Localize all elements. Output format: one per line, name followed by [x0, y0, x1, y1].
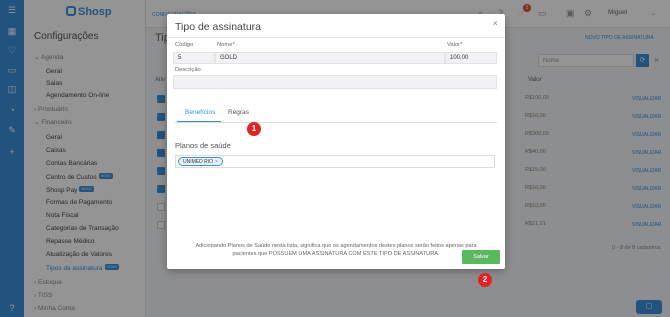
save-button[interactable]: Salvar: [462, 250, 500, 264]
nome-field[interactable]: GOLD: [215, 52, 445, 64]
descricao-label: Descrição: [175, 67, 201, 73]
nome-label: Nome*: [217, 42, 235, 48]
tab-regras[interactable]: Regras: [228, 109, 249, 116]
valor-field[interactable]: 100,00: [445, 52, 497, 64]
step-marker-1: 1: [247, 122, 261, 136]
descricao-field[interactable]: [173, 75, 497, 89]
codigo-label: Código: [175, 42, 194, 48]
close-icon[interactable]: ×: [493, 19, 498, 28]
health-plan-tag[interactable]: UNIMED RIO ×: [178, 157, 223, 166]
divider: [167, 37, 505, 38]
subscription-type-modal: Tipo de assinatura × Código Nome* Valor*…: [167, 14, 505, 269]
step-marker-2: 2: [478, 273, 492, 287]
codigo-field[interactable]: 5: [173, 52, 215, 64]
valor-label: Valor*: [447, 42, 463, 48]
health-plan-tag-label: UNIMED RIO: [183, 159, 213, 165]
info-note: Adicionando Planos de Saúde nesta lista,…: [177, 242, 495, 258]
health-plans-input[interactable]: UNIMED RIO ×: [175, 155, 495, 168]
info-note-line-1: Adicionando Planos de Saúde nesta lista,…: [195, 243, 477, 249]
planos-saude-label: Planos de saúde: [175, 141, 231, 150]
tabs-divider: [175, 122, 497, 123]
modal-title: Tipo de assinatura: [175, 21, 261, 33]
remove-tag-icon[interactable]: ×: [215, 159, 218, 165]
tab-beneficios[interactable]: Benefícios: [185, 109, 215, 116]
info-note-line-2: pacientes que POSSUEM UMA ASSINATURA COM…: [232, 251, 440, 257]
